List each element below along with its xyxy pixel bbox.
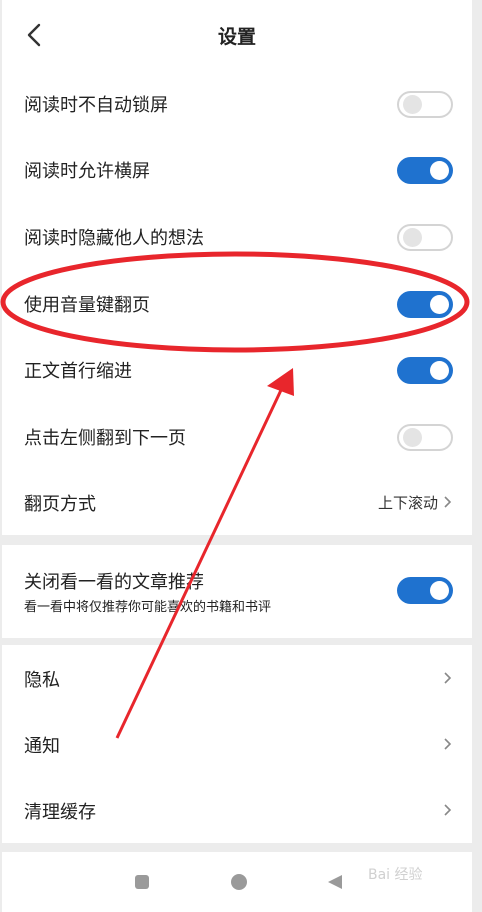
header-bar: 设置 xyxy=(2,0,472,70)
setting-row-clear-cache[interactable]: 清理缓存 xyxy=(2,777,472,844)
setting-row-privacy[interactable]: 隐私 xyxy=(2,645,472,712)
setting-row-first-line-indent[interactable]: 正文首行缩进 xyxy=(2,336,472,403)
setting-row-volume-key-page[interactable]: 使用音量键翻页 xyxy=(2,270,472,337)
setting-subtitle: 看一看中将仅推荐你可能喜欢的书籍和书评 xyxy=(24,600,272,615)
setting-label: 清理缓存 xyxy=(24,802,96,823)
toggle-switch[interactable] xyxy=(397,291,453,318)
watermark: Bai 经验 xyxy=(368,867,423,883)
toggle-switch[interactable] xyxy=(397,424,453,451)
recommendation-card: 关闭看一看的文章推荐 看一看中将仅推荐你可能喜欢的书籍和书评 xyxy=(2,545,472,638)
toggle-knob xyxy=(430,161,449,180)
setting-row-page-turn-mode[interactable]: 翻页方式 上下滚动 xyxy=(2,469,472,536)
setting-row-no-autolock[interactable]: 阅读时不自动锁屏 xyxy=(2,70,472,137)
toggle-knob xyxy=(430,361,449,380)
setting-label: 正文首行缩进 xyxy=(24,361,132,382)
page-title: 设置 xyxy=(217,26,256,48)
circle-icon[interactable] xyxy=(231,874,247,890)
toggle-knob xyxy=(403,428,422,447)
setting-row-allow-landscape[interactable]: 阅读时允许横屏 xyxy=(2,136,472,203)
setting-row-notifications[interactable]: 通知 xyxy=(2,711,472,778)
setting-label: 使用音量键翻页 xyxy=(24,295,150,316)
toggle-knob xyxy=(430,581,449,600)
setting-label: 通知 xyxy=(24,736,60,757)
reading-settings-card: 阅读时不自动锁屏 阅读时允许横屏 阅读时隐藏他人的想法 使用音量键翻页 正文首行… xyxy=(2,70,472,535)
setting-value: 上下滚动 xyxy=(377,494,438,512)
setting-row-close-recommend[interactable]: 关闭看一看的文章推荐 看一看中将仅推荐你可能喜欢的书籍和书评 xyxy=(2,545,472,638)
setting-label: 隐私 xyxy=(24,670,60,691)
toggle-switch[interactable] xyxy=(397,224,453,251)
setting-label: 阅读时隐藏他人的想法 xyxy=(24,228,204,249)
toggle-switch[interactable] xyxy=(397,157,453,184)
setting-label: 阅读时允许横屏 xyxy=(24,161,150,182)
chevron-right-icon xyxy=(444,496,452,508)
chevron-right-icon xyxy=(444,804,452,816)
square-icon[interactable] xyxy=(135,875,149,889)
chevron-right-icon xyxy=(444,738,452,750)
toggle-knob xyxy=(430,295,449,314)
setting-label: 阅读时不自动锁屏 xyxy=(24,95,168,116)
setting-label: 关闭看一看的文章推荐 xyxy=(24,572,204,593)
toggle-switch[interactable] xyxy=(397,357,453,384)
setting-label: 翻页方式 xyxy=(24,494,96,515)
setting-label: 点击左侧翻到下一页 xyxy=(24,428,186,449)
toggle-knob xyxy=(403,228,422,247)
toggle-knob xyxy=(403,95,422,114)
setting-row-tap-left-next[interactable]: 点击左侧翻到下一页 xyxy=(2,403,472,470)
general-settings-card: 隐私 通知 清理缓存 xyxy=(2,645,472,843)
chevron-right-icon xyxy=(444,672,452,684)
toggle-switch[interactable] xyxy=(397,577,453,604)
toggle-switch[interactable] xyxy=(397,91,453,118)
back-triangle-icon[interactable] xyxy=(328,875,342,889)
setting-row-hide-thoughts[interactable]: 阅读时隐藏他人的想法 xyxy=(2,203,472,270)
